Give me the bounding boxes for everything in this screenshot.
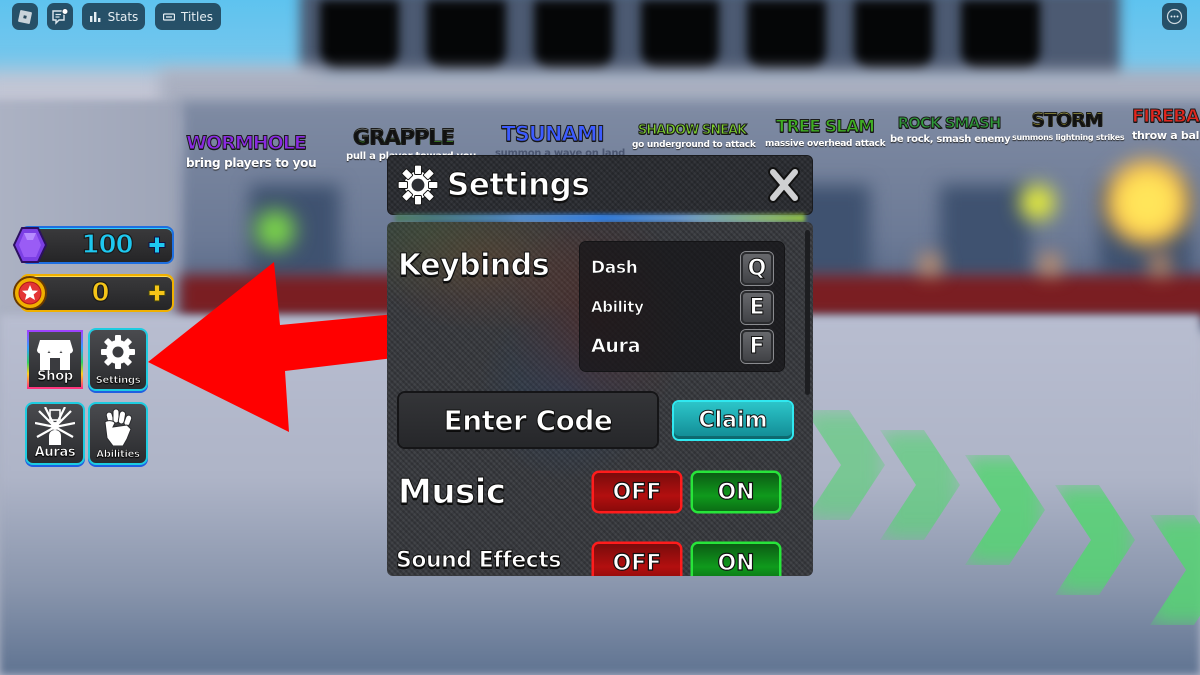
ability-name: FIREBA — [1132, 106, 1200, 127]
keybind-key-dash[interactable]: Q — [741, 251, 773, 285]
gear-icon — [397, 164, 439, 206]
keybinds-label: Keybinds — [397, 248, 550, 284]
chat-icon — [52, 7, 69, 25]
settings-label: Settings — [95, 375, 141, 387]
abilities-label: Abilities — [96, 449, 140, 461]
title-card-icon — [163, 12, 176, 21]
settings-scrollbar[interactable] — [805, 230, 810, 395]
claim-button[interactable]: Claim — [674, 402, 792, 439]
coins-value: 0 — [91, 277, 110, 308]
code-input[interactable]: Enter Code — [399, 393, 657, 447]
ability-name: SHADOW SNEAK — [637, 123, 747, 138]
auras-label: Auras — [34, 445, 76, 461]
ability-desc: throw a ball o — [1132, 129, 1200, 142]
keybind-key-ability[interactable]: E — [741, 290, 773, 324]
ability-banner-shadow-sneak: SHADOW SNEAK go underground to attack — [632, 123, 756, 151]
ability-desc: be rock, smash enemy — [890, 134, 1011, 145]
ability-name: TSUNAMI — [501, 122, 605, 146]
add-gems-button[interactable] — [148, 236, 166, 254]
orange-light — [1040, 255, 1060, 275]
auras-button[interactable]: Auras — [27, 404, 83, 463]
ability-banner-rock-smash: ROCK SMASH be rock, smash enemy — [890, 114, 1011, 145]
yellow-light — [1020, 185, 1055, 220]
stats-button[interactable]: Stats — [82, 3, 145, 30]
shop-icon — [37, 340, 73, 370]
sound-effects-label: Sound Effects — [396, 548, 562, 574]
ability-desc: massive overhead attack — [765, 139, 886, 149]
gear-icon — [101, 335, 135, 369]
settings-header: Settings — [387, 155, 813, 215]
fist-icon — [104, 408, 133, 446]
roblox-menu-button[interactable] — [12, 3, 38, 30]
shop-label: Shop — [37, 369, 74, 385]
ability-banner-tsunami: TSUNAMI summon a wave on land — [495, 122, 625, 159]
roblox-logo-icon — [18, 9, 32, 24]
aura-icon — [35, 407, 75, 445]
ability-name: WORMHOLE — [186, 132, 308, 154]
orange-light — [920, 255, 940, 275]
music-off-button[interactable]: OFF — [594, 473, 680, 511]
sound-effects-on-button[interactable]: ON — [693, 544, 779, 576]
header-glow — [395, 214, 805, 222]
music-on-button[interactable]: ON — [693, 473, 779, 511]
ability-desc: go underground to attack — [632, 140, 756, 150]
star-coin-icon — [12, 274, 48, 312]
gems-value: 100 — [81, 229, 134, 260]
ability-banner-storm: STORM summons lightning strikes — [1012, 110, 1125, 142]
close-icon — [768, 167, 800, 203]
music-label: Music — [398, 472, 507, 513]
ability-banner-tree-slam: TREE SLAM massive overhead attack — [765, 117, 886, 149]
keybind-row-dash: Dash Q — [591, 250, 773, 286]
ability-desc: bring players to you — [186, 156, 317, 170]
keybind-action: Ability — [591, 298, 645, 317]
tower-openings — [320, 0, 1041, 70]
plus-icon — [148, 236, 166, 254]
keybind-action: Aura — [591, 335, 641, 358]
ability-name: ROCK SMASH — [897, 114, 1002, 132]
keybind-key-aura[interactable]: F — [741, 329, 773, 363]
keybind-action: Dash — [591, 258, 639, 279]
settings-button[interactable]: Settings — [90, 330, 146, 389]
sound-effects-off-button[interactable]: OFF — [594, 544, 680, 576]
green-light — [255, 210, 295, 250]
gem-icon — [12, 226, 48, 264]
orange-light — [1150, 255, 1170, 275]
settings-title: Settings — [446, 167, 590, 204]
chat-button[interactable] — [47, 3, 73, 30]
keybinds-list: Dash Q Ability E Aura F — [580, 242, 784, 371]
ability-name: GRAPPLE — [346, 126, 461, 148]
abilities-button[interactable]: Abilities — [90, 404, 146, 463]
keybind-row-ability: Ability E — [591, 289, 773, 325]
keybind-row-aura: Aura F — [591, 328, 773, 364]
ability-name: TREE SLAM — [776, 117, 876, 137]
more-options-button[interactable] — [1162, 3, 1187, 30]
ability-banner-wormhole: WORMHOLE bring players to you — [186, 132, 317, 170]
stats-label: Stats — [107, 9, 139, 24]
close-button[interactable] — [767, 166, 801, 208]
more-options-icon — [1166, 8, 1183, 25]
fireball-glow — [1105, 160, 1190, 245]
titles-button[interactable]: Titles — [155, 3, 221, 30]
ability-desc: summons lightning strikes — [1012, 133, 1125, 142]
bar-chart-icon — [89, 12, 101, 22]
shop-button[interactable]: Shop — [27, 330, 83, 389]
titles-label: Titles — [181, 9, 213, 24]
settings-panel: Keybinds Dash Q Ability E Aura F Enter C… — [387, 222, 813, 576]
ability-name: STORM — [1012, 110, 1122, 130]
ability-banner-fireball: FIREBA throw a ball o — [1132, 106, 1200, 142]
